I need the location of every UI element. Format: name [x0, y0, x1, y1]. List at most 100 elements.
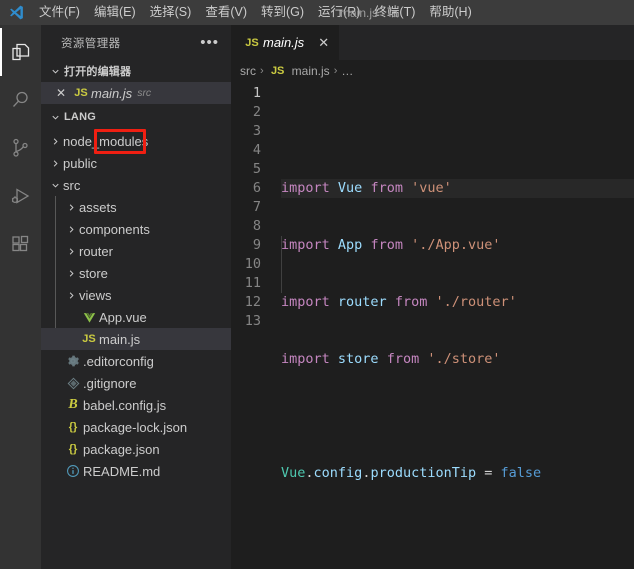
open-editor-item-main-js[interactable]: ✕ JS main.js src	[41, 82, 231, 104]
breadcrumb-item-symbol[interactable]: …	[341, 64, 353, 78]
tree-item-label: store	[79, 265, 108, 281]
tree-file-package-lock-json[interactable]: {} package-lock.json	[41, 416, 231, 438]
files-explorer-icon	[9, 40, 33, 64]
chevron-right-icon	[47, 158, 63, 169]
tree-file-editorconfig[interactable]: .editorconfig	[41, 350, 231, 372]
line-number-gutter: 1 2 3 4 5 6 7 8 9 10 11 12 13	[231, 84, 273, 569]
chevron-right-icon: ›	[260, 65, 264, 77]
tree-file-package-json[interactable]: {} package.json	[41, 438, 231, 460]
menu-view[interactable]: 查看(V)	[198, 0, 254, 25]
menu-run[interactable]: 运行(R)	[311, 0, 367, 25]
js-icon: JS	[82, 333, 96, 345]
close-icon[interactable]: ✕	[51, 86, 71, 100]
menu-file[interactable]: 文件(F)	[32, 0, 87, 25]
tree-folder-views[interactable]: views	[41, 284, 231, 306]
line-number: 9	[252, 237, 261, 253]
sidebar-actions: •••	[200, 35, 231, 50]
tree-folder-router[interactable]: router	[41, 240, 231, 262]
line-number: 5	[252, 161, 261, 177]
code-editor[interactable]: 1 2 3 4 5 6 7 8 9 10 11 12 13 import Vue…	[231, 82, 634, 569]
tree-folder-public[interactable]: public	[41, 152, 231, 174]
code-line-2: import App from './App.vue'	[281, 237, 501, 253]
sidebar-header: 资源管理器 •••	[41, 25, 231, 60]
chevron-down-icon	[47, 112, 63, 123]
breadcrumb-label: main.js	[291, 64, 330, 78]
code-content[interactable]: import Vue from 'vue' import App from '.…	[273, 84, 634, 569]
open-editor-sublabel: src	[137, 87, 152, 99]
tree-folder-store[interactable]: store	[41, 262, 231, 284]
tree-item-label: package-lock.json	[83, 419, 188, 435]
tree-folder-src[interactable]: src	[41, 174, 231, 196]
breadcrumb-label: …	[341, 64, 354, 78]
js-icon: JS	[245, 36, 259, 49]
section-workspace-lang[interactable]: LANG	[41, 104, 231, 130]
tree-item-label-babel: babel.config.js	[83, 397, 167, 413]
menu-selection[interactable]: 选择(S)	[143, 0, 199, 25]
menu-edit[interactable]: 编辑(E)	[87, 0, 143, 25]
tree-file-readme-md[interactable]: README.md	[41, 460, 231, 482]
vscode-logo-icon	[0, 0, 32, 25]
open-editor-label: main.js	[91, 85, 133, 101]
workbench-body: 资源管理器 ••• 打开的编辑器 ✕ JS main.js src LANG n…	[0, 25, 634, 569]
menu-terminal[interactable]: 终端(T)	[367, 0, 422, 25]
vscode-window: 文件(F) 编辑(E) 选择(S) 查看(V) 转到(G) 运行(R) 终端(T…	[0, 0, 634, 569]
run-and-debug-icon	[9, 184, 33, 208]
line-number: 2	[252, 104, 261, 120]
breadcrumb-label: src	[240, 64, 256, 78]
menu-help[interactable]: 帮助(H)	[422, 0, 478, 25]
section-open-editors[interactable]: 打开的编辑器	[41, 60, 231, 82]
tree-item-label: router	[79, 243, 113, 259]
json-icon: {}	[68, 443, 78, 455]
menu-go[interactable]: 转到(G)	[254, 0, 311, 25]
tab-label: main.js	[263, 35, 305, 50]
tree-file-main-js[interactable]: JS main.js	[41, 328, 231, 350]
activity-run-debug[interactable]	[0, 172, 41, 220]
tree-item-label: main.js	[99, 331, 141, 347]
vue-icon	[79, 311, 99, 324]
tree-folder-node-modules[interactable]: node_modules	[41, 130, 231, 152]
chevron-right-icon	[63, 202, 79, 213]
js-icon: JS	[74, 87, 88, 99]
close-icon[interactable]: ✕	[318, 35, 329, 51]
menu-bar: 文件(F) 编辑(E) 选择(S) 查看(V) 转到(G) 运行(R) 终端(T…	[32, 0, 479, 25]
js-icon: JS	[270, 65, 285, 77]
chevron-right-icon: ›	[333, 65, 338, 77]
tree-file-babel-config-js[interactable]: B package-lock.json babel.config.js	[41, 394, 231, 416]
chevron-down-icon	[47, 66, 63, 77]
tree-item-label: src	[63, 177, 81, 193]
extensions-blocks-icon	[9, 232, 33, 256]
babel-icon: B	[68, 397, 78, 412]
editor-area: JS main.js ✕ src › JS main.js › … 1 2 3 …	[231, 25, 634, 569]
line-number: 7	[252, 199, 261, 215]
tab-main-js[interactable]: JS main.js ✕	[231, 25, 341, 60]
line-number: 6	[252, 180, 261, 196]
editor-tab-bar: JS main.js ✕	[231, 25, 634, 60]
activity-search[interactable]	[0, 76, 41, 124]
tree-folder-assets[interactable]: assets	[41, 196, 231, 218]
activity-source-control[interactable]	[0, 124, 41, 172]
line-number: 11	[244, 275, 261, 291]
gear-icon	[63, 354, 83, 368]
title-bar: 文件(F) 编辑(E) 选择(S) 查看(V) 转到(G) 运行(R) 终端(T…	[0, 0, 634, 25]
explorer-sidebar: 资源管理器 ••• 打开的编辑器 ✕ JS main.js src LANG n…	[41, 25, 231, 569]
tree-file-gitignore[interactable]: .gitignore	[41, 372, 231, 394]
breadcrumb-item-src[interactable]: src	[240, 64, 256, 78]
activity-explorer[interactable]	[0, 28, 41, 76]
activity-bar	[0, 25, 41, 569]
chevron-right-icon	[63, 290, 79, 301]
code-indent-guide	[281, 236, 282, 293]
line-number: 13	[244, 313, 261, 329]
tree-item-label: .editorconfig	[83, 353, 154, 369]
breadcrumb: src › JS main.js › …	[231, 60, 634, 82]
tree-item-label: .gitignore	[83, 375, 137, 391]
tree-file-app-vue[interactable]: App.vue	[41, 306, 231, 328]
workspace-root-label: LANG	[64, 111, 96, 123]
breadcrumb-item-main-js[interactable]: JS main.js	[268, 64, 330, 78]
chevron-right-icon	[63, 246, 79, 257]
section-open-editors-label: 打开的编辑器	[64, 66, 132, 78]
tree-folder-components[interactable]: components	[41, 218, 231, 240]
info-icon	[63, 464, 83, 478]
activity-extensions[interactable]	[0, 220, 41, 268]
ellipsis-icon[interactable]: •••	[200, 35, 219, 50]
